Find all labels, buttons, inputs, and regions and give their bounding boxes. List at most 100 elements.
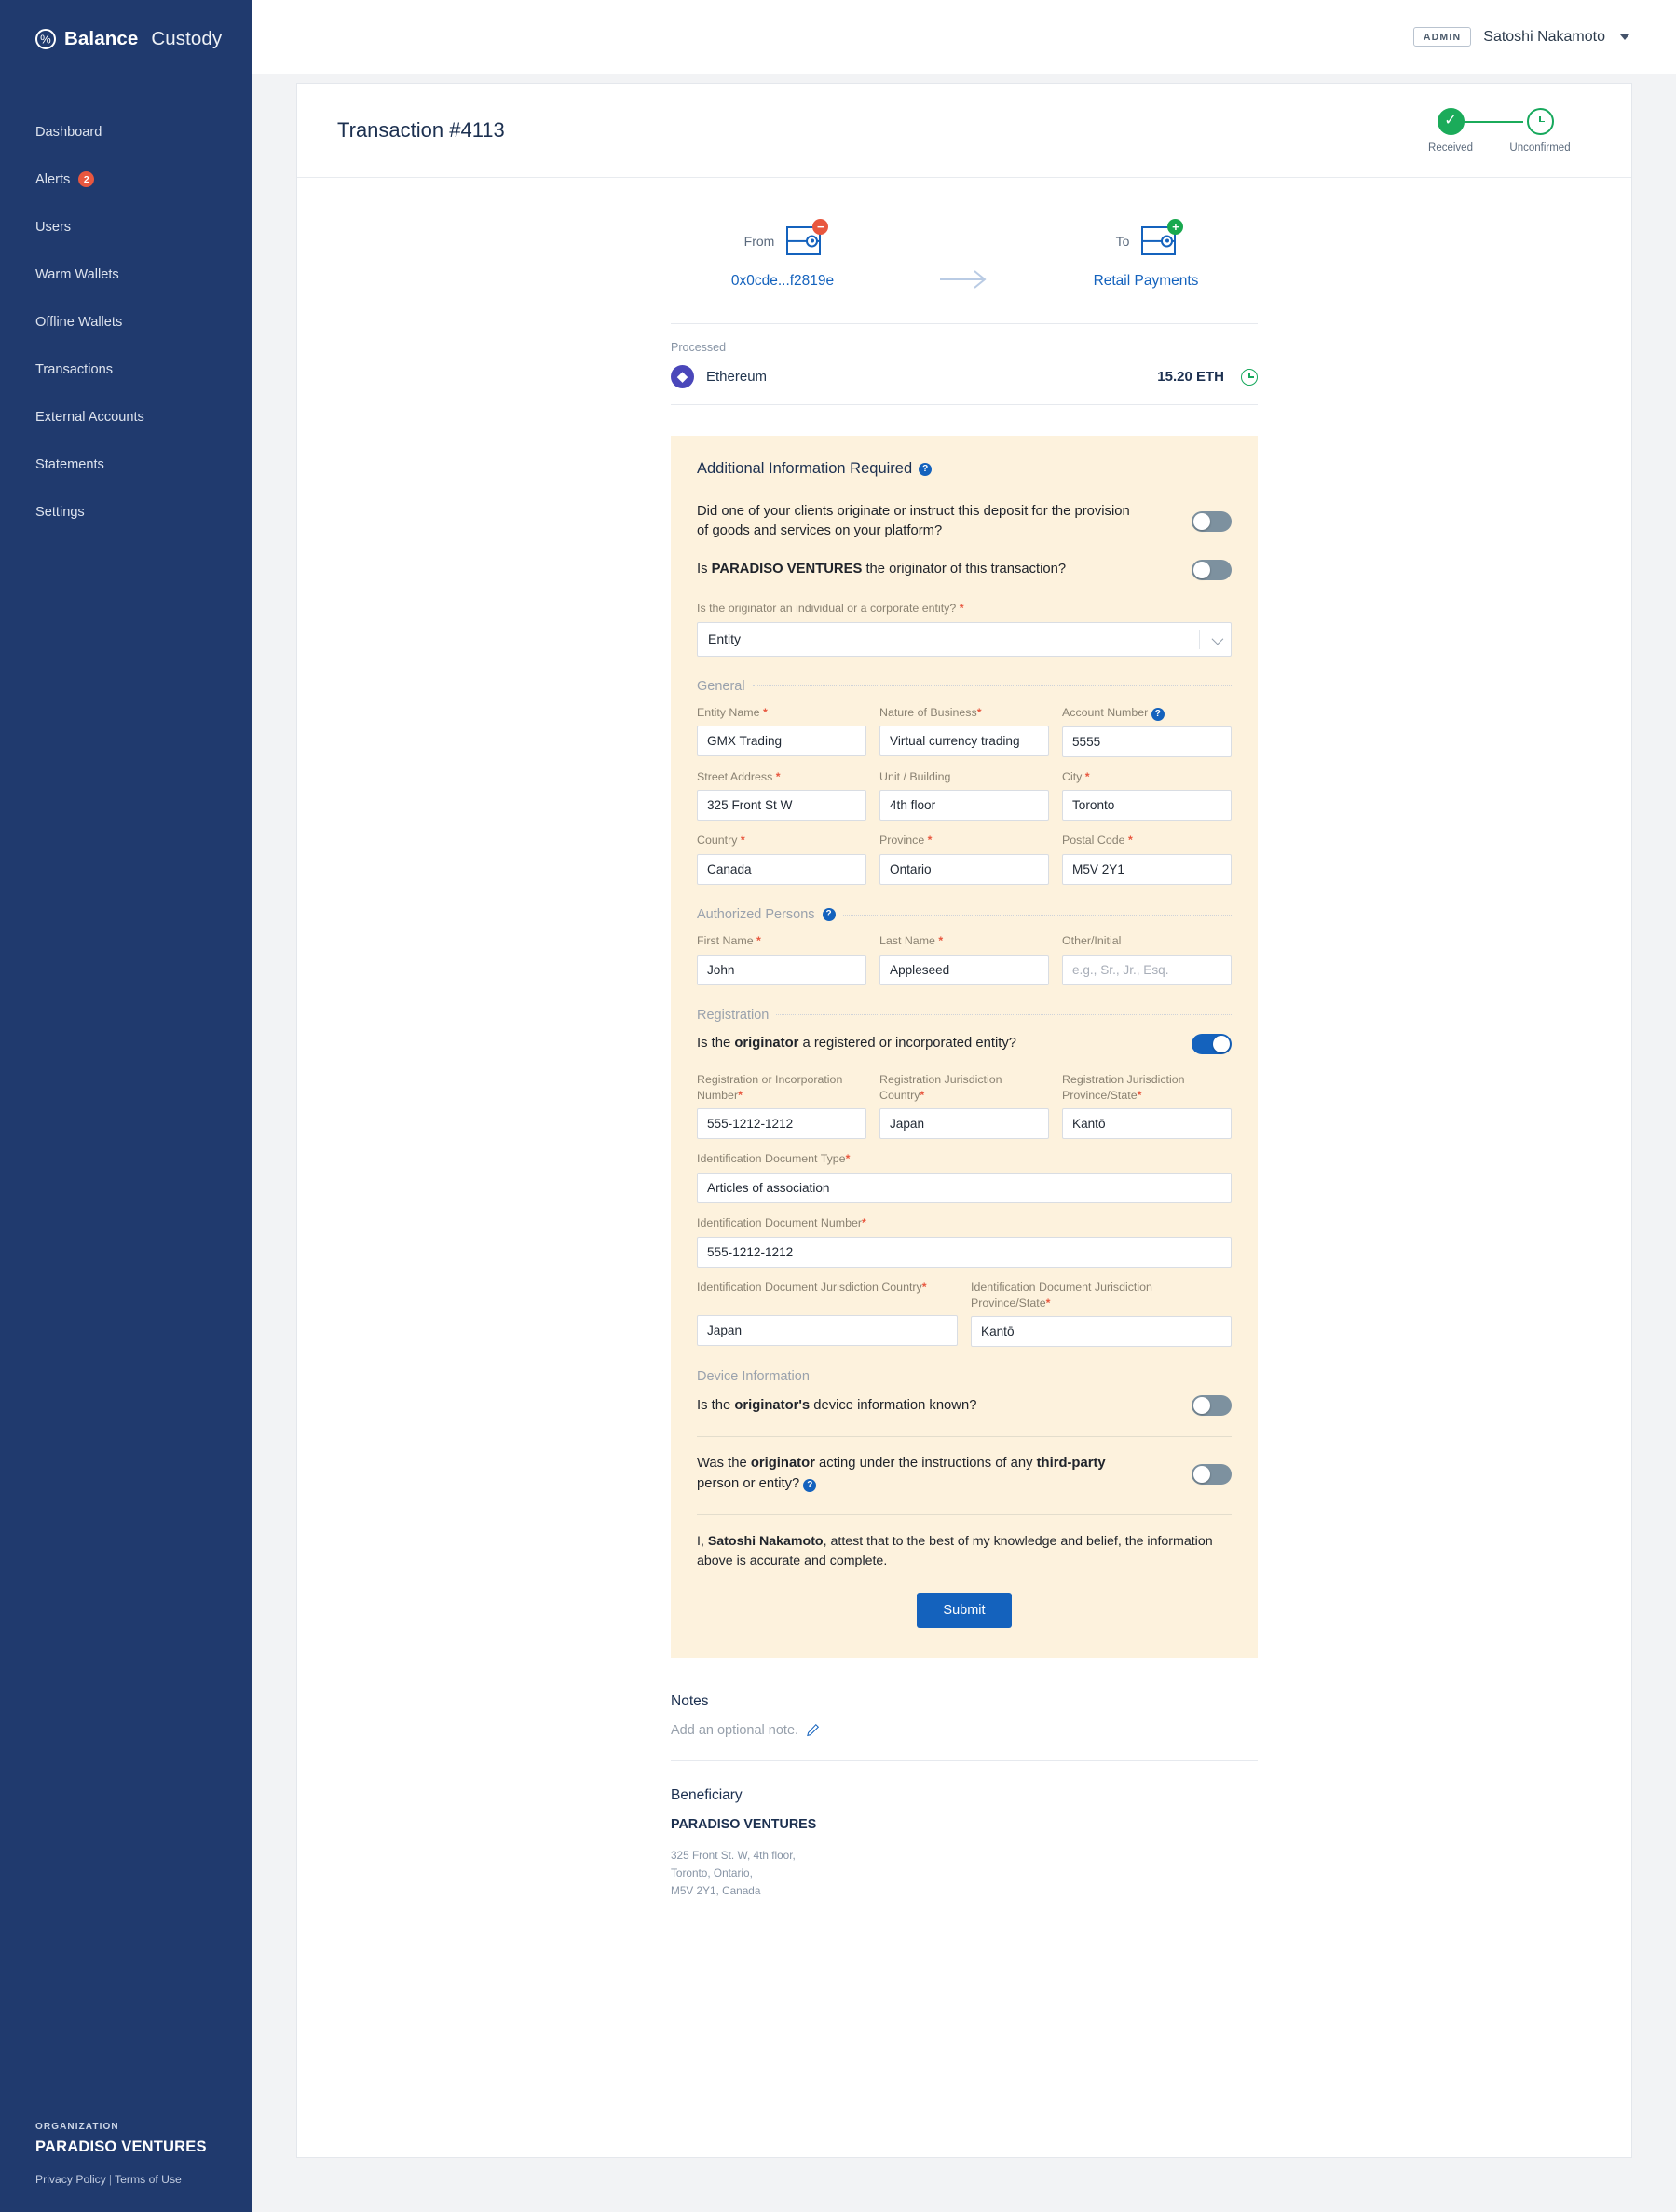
label-text: Identification Document Jurisdiction Pro… (971, 1281, 1152, 1310)
brand-name-light: Custody (151, 28, 222, 50)
section-divider (843, 915, 1232, 916)
notes-placeholder[interactable]: Add an optional note. (671, 1723, 798, 1738)
sidebar-item-dashboard[interactable]: Dashboard (0, 108, 252, 156)
label-text: First Name (697, 934, 754, 947)
field-label: First Name * (697, 933, 866, 949)
account-number-input[interactable]: 5555 (1062, 726, 1232, 757)
sidebar-item-users[interactable]: Users (0, 203, 252, 251)
minus-badge-icon: − (812, 219, 828, 235)
attestation-text: I, Satoshi Nakamoto, attest that to the … (697, 1532, 1232, 1572)
submit-button[interactable]: Submit (917, 1593, 1011, 1628)
other-initial-input[interactable]: e.g., Sr., Jr., Esq. (1062, 955, 1232, 985)
section-title: Device Information (697, 1369, 810, 1384)
sidebar-item-settings[interactable]: Settings (0, 488, 252, 536)
field-account-number: Account Number ? 5555 (1062, 705, 1232, 757)
toggle-third-party[interactable] (1192, 1464, 1232, 1485)
question-label: Did one of your clients originate or ins… (697, 502, 1135, 542)
sidebar-item-statements[interactable]: Statements (0, 441, 252, 488)
label-text: City (1062, 770, 1082, 783)
sidebar-item-warm-wallets[interactable]: Warm Wallets (0, 251, 252, 298)
country-input[interactable]: Canada (697, 854, 866, 885)
chevron-down-icon[interactable] (1620, 34, 1629, 40)
select-divider (1199, 630, 1200, 649)
field-label: Unit / Building (879, 769, 1049, 785)
sidebar-item-label: Users (35, 220, 71, 235)
page-title: Transaction #4113 (337, 118, 505, 142)
privacy-policy-link[interactable]: Privacy Policy (35, 2173, 106, 2186)
id-jurisdiction-country-input[interactable]: Japan (697, 1315, 958, 1346)
toggle-is-originator[interactable] (1192, 560, 1232, 580)
help-icon[interactable]: ? (1151, 708, 1165, 721)
transaction-progress: ✓ Received Unconfirmed (1406, 108, 1594, 154)
required-marker: * (738, 1089, 743, 1102)
required-marker: * (938, 934, 943, 947)
unit-building-input[interactable]: 4th floor (879, 790, 1049, 821)
q-part-e: person or entity? (697, 1476, 799, 1491)
authorized-persons-row: First Name * John Last Name * Appleseed … (697, 933, 1232, 985)
first-name-input[interactable]: John (697, 955, 866, 985)
label-text: Registration Jurisdiction Province/State (1062, 1073, 1185, 1102)
id-jurisdiction-row: Identification Document Jurisdiction Cou… (697, 1280, 1232, 1347)
help-icon[interactable]: ? (919, 463, 932, 476)
last-name-input[interactable]: Appleseed (879, 955, 1049, 985)
asset-status: Processed (671, 341, 1258, 354)
q-part-c: acting under the instructions of any (815, 1456, 1037, 1471)
section-divider (753, 685, 1232, 686)
help-icon[interactable]: ? (823, 908, 836, 921)
field-label: Identification Document Jurisdiction Pro… (971, 1280, 1232, 1310)
flow-to-account[interactable]: Retail Payments (1094, 273, 1199, 290)
sidebar-item-offline-wallets[interactable]: Offline Wallets (0, 298, 252, 346)
asset-amount: 15.20 ETH (1157, 369, 1224, 385)
flow-from-row: From − (744, 226, 822, 255)
city-input[interactable]: Toronto (1062, 790, 1232, 821)
q-part-d: third-party (1037, 1456, 1106, 1471)
role-badge: ADMIN (1413, 27, 1471, 47)
entity-name-input[interactable]: GMX Trading (697, 726, 866, 756)
sidebar-item-transactions[interactable]: Transactions (0, 346, 252, 393)
pencil-icon[interactable] (806, 1723, 820, 1737)
field-first-name: First Name * John (697, 933, 866, 985)
province-input[interactable]: Ontario (879, 854, 1049, 885)
sidebar-item-external-accounts[interactable]: External Accounts (0, 393, 252, 441)
help-icon[interactable]: ? (803, 1479, 816, 1492)
brand-name-bold: Balance (64, 28, 138, 50)
field-province: Province * Ontario (879, 833, 1049, 885)
beneficiary-address: 325 Front St. W, 4th floor, Toronto, Ont… (671, 1847, 1258, 1900)
brand-logo[interactable]: Balance Custody (0, 0, 252, 50)
user-name[interactable]: Satoshi Nakamoto (1483, 29, 1605, 46)
sidebar-item-alerts[interactable]: Alerts 2 (0, 156, 252, 203)
address-line-1: 325 Front St. W, 4th floor, (671, 1847, 1258, 1865)
step-label: Unconfirmed (1509, 142, 1570, 154)
toggle-goods-services[interactable] (1192, 511, 1232, 532)
postal-code-input[interactable]: M5V 2Y1 (1062, 854, 1232, 885)
field-entity-name: Entity Name * GMX Trading (697, 705, 866, 757)
sidebar-item-label: Alerts (35, 172, 70, 187)
organization-name: PARADISO VENTURES (35, 2138, 231, 2156)
clock-icon (1527, 108, 1554, 135)
section-authorized-persons: Authorized Persons ? (697, 907, 1232, 922)
required-marker: * (920, 1089, 924, 1102)
arrow-right-icon (899, 226, 1029, 290)
flow-to-row: To + (1116, 226, 1177, 255)
field-label: Other/Initial (1062, 933, 1232, 949)
submit-row: Submit (697, 1593, 1232, 1628)
flow-to: To + Retail Payments (1029, 226, 1262, 290)
registration-country-input[interactable]: Japan (879, 1108, 1049, 1139)
toggle-device-info[interactable] (1192, 1395, 1232, 1416)
tail-section: Notes Add an optional note. Beneficiary … (671, 1693, 1258, 1900)
toggle-registered-entity[interactable] (1192, 1034, 1232, 1054)
nature-of-business-input[interactable]: Virtual currency trading (879, 726, 1049, 756)
label-text: Country (697, 834, 737, 847)
flow-from-address[interactable]: 0x0cde...f2819e (731, 273, 834, 290)
entity-type-select[interactable]: Entity (697, 622, 1232, 657)
id-doc-type-input[interactable]: Articles of association (697, 1173, 1232, 1203)
beneficiary-block: Beneficiary PARADISO VENTURES 325 Front … (671, 1787, 1258, 1900)
id-jurisdiction-province-input[interactable]: Kantō (971, 1316, 1232, 1347)
registration-number-input[interactable]: 555-1212-1212 (697, 1108, 866, 1139)
registration-province-input[interactable]: Kantō (1062, 1108, 1232, 1139)
street-address-input[interactable]: 325 Front St W (697, 790, 866, 821)
terms-of-use-link[interactable]: Terms of Use (115, 2173, 182, 2186)
q-part-a: Was the (697, 1456, 751, 1471)
section-title: Registration (697, 1008, 769, 1023)
id-doc-number-input[interactable]: 555-1212-1212 (697, 1237, 1232, 1268)
